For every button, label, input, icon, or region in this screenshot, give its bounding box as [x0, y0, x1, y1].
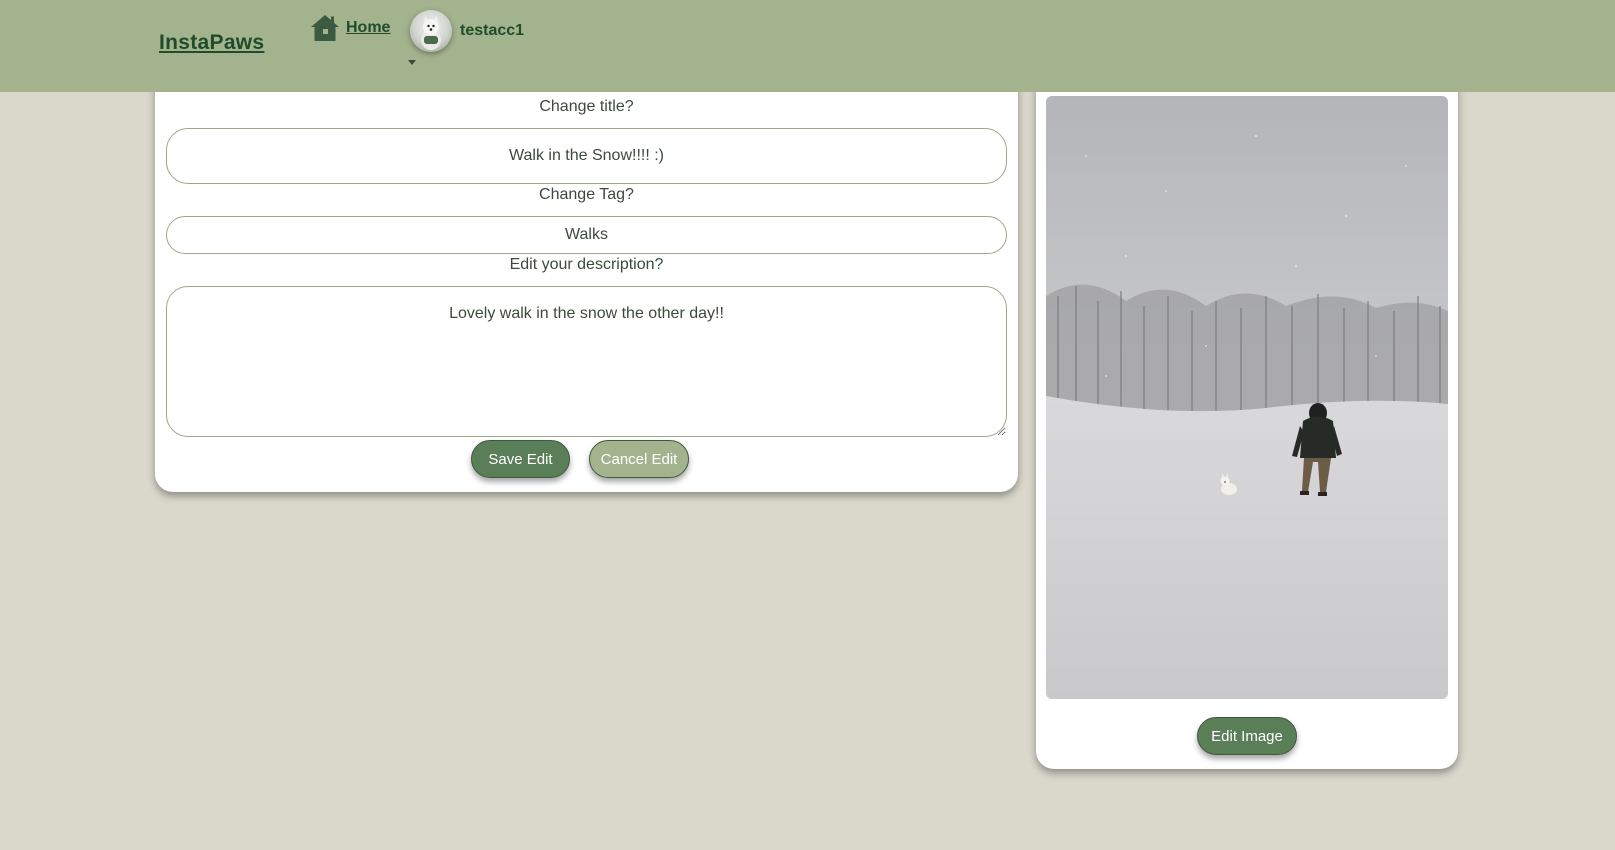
- home-label: Home: [346, 19, 391, 36]
- description-textarea[interactable]: Lovely walk in the snow the other day!!: [166, 286, 1007, 437]
- cancel-edit-button[interactable]: Cancel Edit: [589, 440, 689, 478]
- navbar: InstaPaws Home testacc1: [0, 0, 1615, 92]
- tag-input[interactable]: [166, 216, 1007, 254]
- image-panel: Edit Image: [1036, 84, 1458, 769]
- brand-logo[interactable]: InstaPaws: [159, 31, 264, 55]
- caret-down-icon[interactable]: [408, 60, 416, 65]
- edit-image-button[interactable]: Edit Image: [1197, 717, 1297, 755]
- username: testacc1: [460, 22, 525, 39]
- post-photo: [1046, 96, 1448, 699]
- avatar: [410, 10, 452, 52]
- edit-post-form: Change title? Change Tag? Edit your desc…: [155, 80, 1018, 492]
- description-label: Edit your description?: [509, 256, 664, 273]
- title-label: Change title?: [539, 98, 634, 115]
- home-icon: [311, 15, 339, 41]
- tag-label: Change Tag?: [539, 186, 634, 203]
- title-input[interactable]: [166, 128, 1007, 184]
- save-edit-button[interactable]: Save Edit: [471, 440, 570, 478]
